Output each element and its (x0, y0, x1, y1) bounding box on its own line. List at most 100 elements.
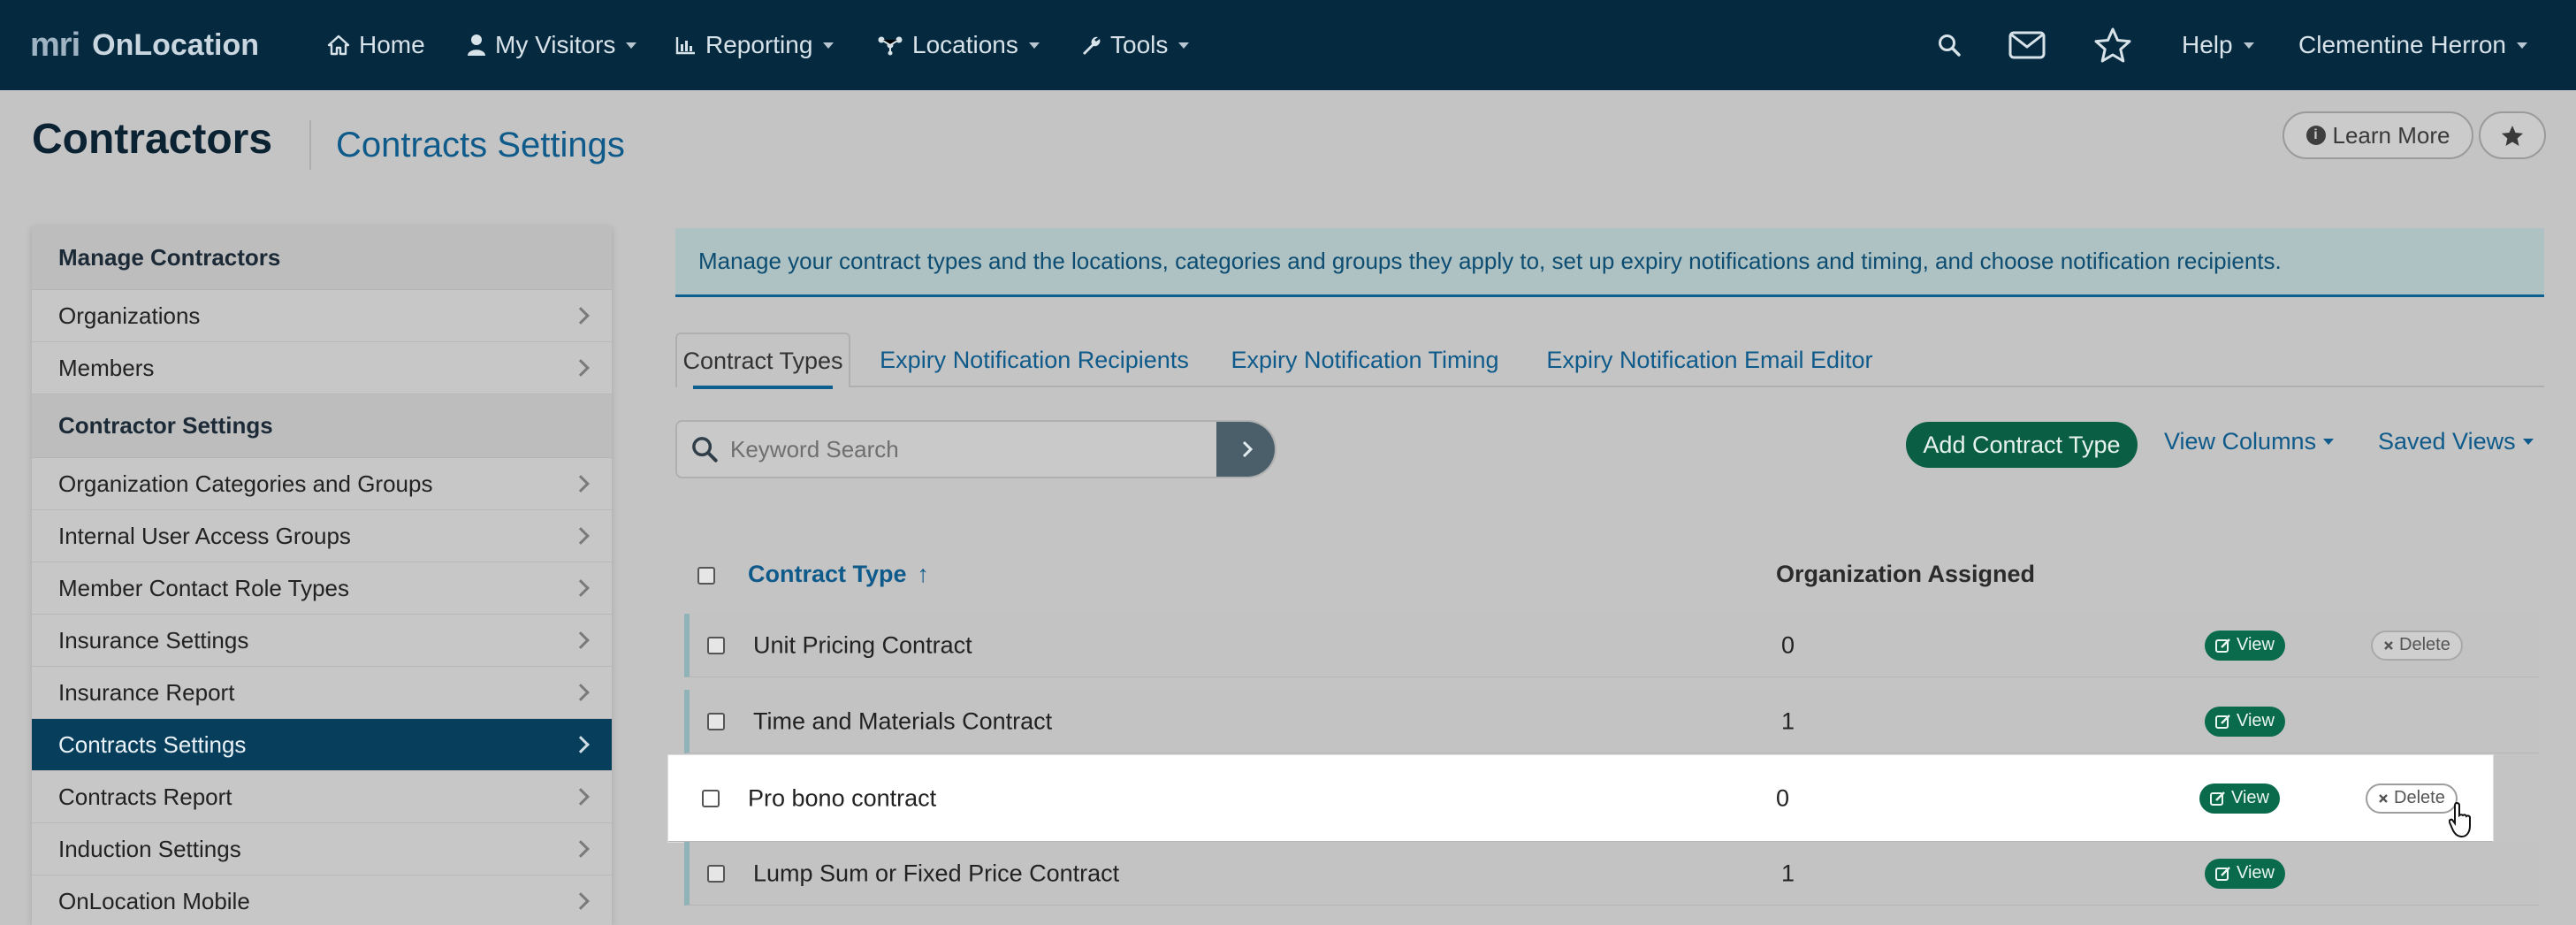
favorite-page-button[interactable] (2479, 111, 2546, 159)
saved-views-label: Saved Views (2378, 428, 2516, 455)
row-checkbox[interactable] (707, 712, 725, 730)
view-button[interactable]: View (2205, 858, 2285, 889)
chevron-right-icon (572, 684, 590, 701)
view-columns-dropdown[interactable]: View Columns (2164, 428, 2335, 455)
title-divider (309, 120, 311, 170)
organization-count: 0 (1781, 631, 1795, 658)
sidebar-item-organization-categories-and-groups[interactable]: Organization Categories and Groups (32, 458, 612, 510)
view-button-label: View (2237, 863, 2275, 883)
top-navigation-bar: mri OnLocation Home My Visitors Reportin… (0, 0, 2576, 90)
search-submit-button[interactable] (1216, 422, 1275, 477)
nav-my-visitors-label: My Visitors (495, 31, 616, 58)
table-row: Time and Materials Contract 1 View (684, 690, 2539, 753)
delete-button-label: Delete (2399, 635, 2450, 654)
user-menu[interactable]: Clementine Herron (2298, 25, 2527, 65)
sidebar-item-label: Contracts Settings (58, 730, 247, 758)
delete-button[interactable]: Delete (2371, 630, 2463, 661)
contract-type-name: Pro bono contract (748, 784, 937, 811)
table-row: Lump Sum or Fixed Price Contract 1 View (684, 842, 2539, 906)
sidebar-item-onlocation-mobile[interactable]: OnLocation Mobile (32, 875, 612, 925)
star-icon (2094, 27, 2131, 63)
row-checkbox[interactable] (702, 789, 720, 807)
row-checkbox[interactable] (707, 636, 725, 654)
brand-logo[interactable]: mri OnLocation (30, 25, 259, 65)
sidebar-item-internal-user-access-groups[interactable]: Internal User Access Groups (32, 510, 612, 562)
contract-type-name: Unit Pricing Contract (753, 631, 972, 658)
sidebar-item-organizations[interactable]: Organizations (32, 290, 612, 342)
sidebar-item-members[interactable]: Members (32, 342, 612, 394)
contract-type-name: Lump Sum or Fixed Price Contract (753, 860, 1120, 886)
sidebar-section-contractor-settings: Contractor Settings (32, 394, 612, 458)
contract-type-name: Time and Materials Contract (753, 707, 1053, 734)
view-button[interactable]: View (2205, 706, 2285, 737)
edit-icon (2215, 714, 2230, 729)
envelope-icon (2008, 31, 2046, 59)
chevron-right-icon (572, 475, 590, 493)
brand-name: OnLocation (92, 27, 260, 62)
table-header: Contract Type ↑ Organization Assigned (675, 548, 2544, 605)
chevron-down-icon (2522, 439, 2534, 445)
view-button-label: View (2237, 711, 2275, 730)
view-columns-label: View Columns (2164, 428, 2317, 455)
chevron-right-icon (572, 579, 590, 597)
nav-favorites-button[interactable] (2093, 25, 2132, 65)
sidebar-item-label: OnLocation Mobile (58, 887, 250, 914)
sidebar-item-member-contact-role-types[interactable]: Member Contact Role Types (32, 562, 612, 615)
chevron-right-icon (572, 892, 590, 910)
nav-tools[interactable]: Tools (1080, 25, 1190, 65)
sidebar-item-contracts-report[interactable]: Contracts Report (32, 771, 612, 823)
page-title: Contractors (32, 116, 273, 163)
delete-button[interactable]: Delete (2366, 783, 2458, 814)
add-contract-type-button[interactable]: Add Contract Type (1906, 422, 2138, 468)
sidebar-item-label: Member Contact Role Types (58, 574, 349, 601)
nav-search-button[interactable] (1938, 25, 1961, 65)
view-button[interactable]: View (2205, 630, 2285, 661)
sidebar-item-contracts-settings[interactable]: Contracts Settings (32, 719, 612, 771)
select-all-checkbox[interactable] (697, 567, 715, 585)
tab-expiry-notification-email-editor[interactable]: Expiry Notification Email Editor (1526, 333, 1894, 387)
nav-home[interactable]: Home (327, 25, 425, 65)
info-banner: Manage your contract types and the locat… (675, 228, 2544, 297)
sidebar-item-label: Members (58, 354, 155, 381)
tab-expiry-notification-timing[interactable]: Expiry Notification Timing (1216, 333, 1513, 387)
close-icon (2379, 793, 2388, 803)
nav-my-visitors[interactable]: My Visitors (467, 25, 637, 65)
user-icon (468, 34, 485, 56)
view-button[interactable]: View (2199, 783, 2280, 814)
nav-messages-button[interactable] (2008, 25, 2046, 65)
search-icon (1939, 34, 1961, 57)
tab-expiry-notification-recipients[interactable]: Expiry Notification Recipients (865, 333, 1204, 387)
saved-views-dropdown[interactable]: Saved Views (2378, 428, 2534, 455)
column-header-organization-assigned[interactable]: Organization Assigned (1776, 561, 2035, 588)
sidebar-item-induction-settings[interactable]: Induction Settings (32, 823, 612, 875)
star-icon (2501, 125, 2524, 146)
nav-reporting-label: Reporting (705, 31, 813, 58)
wrench-icon (1083, 36, 1101, 55)
edit-icon (2215, 866, 2230, 881)
view-button-label: View (2237, 635, 2275, 654)
sidebar-item-insurance-settings[interactable]: Insurance Settings (32, 615, 612, 667)
nav-tools-label: Tools (1110, 31, 1169, 58)
sidebar-item-label: Internal User Access Groups (58, 522, 351, 549)
chevron-right-icon (572, 840, 590, 858)
home-icon (327, 34, 350, 56)
chevron-right-icon (572, 788, 590, 806)
row-checkbox[interactable] (707, 864, 725, 883)
search-input[interactable] (730, 422, 1208, 477)
tab-contract-types[interactable]: Contract Types (675, 333, 850, 389)
chevron-down-icon (626, 42, 637, 49)
nav-home-label: Home (359, 31, 425, 58)
chart-icon (675, 37, 695, 55)
tab-bar: Contract Types Expiry Notification Recip… (675, 333, 2544, 389)
chevron-right-icon (572, 736, 590, 753)
table-row: Unit Pricing Contract 0 View Delete (684, 614, 2539, 677)
nav-help[interactable]: Help (2182, 25, 2254, 65)
sidebar-item-insurance-report[interactable]: Insurance Report (32, 667, 612, 719)
learn-more-button[interactable]: i Learn More (2283, 111, 2473, 159)
column-header-contract-type[interactable]: Contract Type ↑ (748, 561, 929, 588)
nav-reporting[interactable]: Reporting (675, 25, 835, 65)
nav-locations-label: Locations (912, 31, 1018, 58)
sort-ascending-icon: ↑ (917, 561, 930, 587)
nav-locations[interactable]: Locations (877, 25, 1040, 65)
view-button-label: View (2231, 788, 2269, 807)
